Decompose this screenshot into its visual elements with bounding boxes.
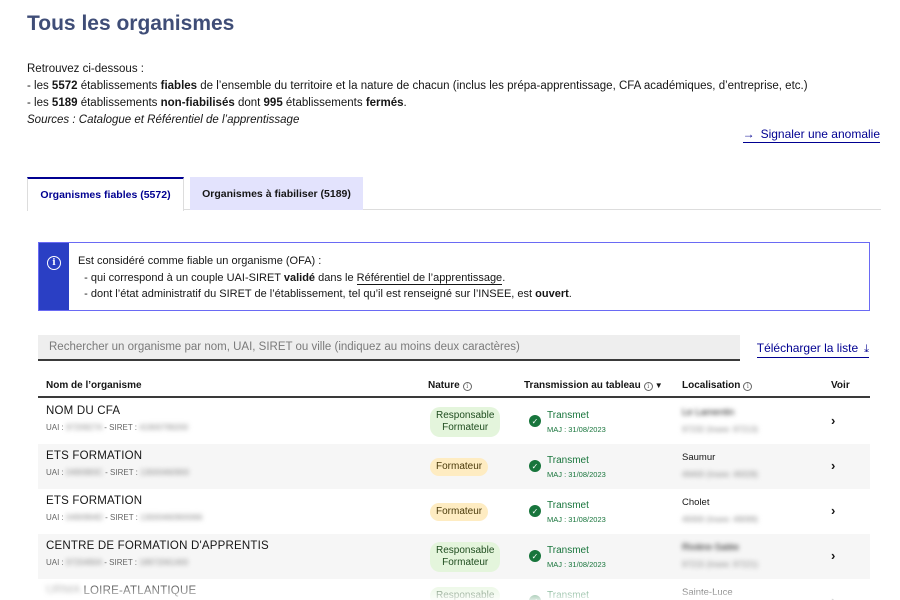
header-nature[interactable]: Nature i (428, 380, 472, 391)
header-name: Nom de l’organisme (46, 380, 142, 391)
table-row[interactable]: ETS FORMATION UAI : 0490983C - SIRET : 1… (38, 444, 870, 489)
transmission-status: Transmet (547, 455, 589, 466)
alert-line-3: - dont l’état administratif du SIRET de … (84, 288, 572, 300)
org-cell: NOM DU CFA UAI : 9720927A - SIRET : 4190… (46, 405, 188, 432)
org-identifiers: UAI : 0490983C - SIRET : 13000460900 (46, 468, 190, 477)
alert-icon-bar: i (39, 243, 69, 310)
location-insee: 97215 (Insee: 97221) (682, 560, 759, 569)
report-anomaly-label: Signaler une anomalie (760, 127, 880, 141)
chevron-right-icon[interactable]: › (831, 458, 835, 473)
location-city: Sainte-Luce (682, 587, 733, 598)
org-identifiers: UAI : 9720927A - SIRET : 41900799200 (46, 423, 189, 432)
check-circle-icon: ✓ (529, 595, 541, 600)
chevron-right-icon[interactable]: › (831, 548, 835, 563)
nature-badge: Responsable (430, 587, 501, 600)
nature-badge: Formateur (430, 458, 489, 476)
search-box (38, 335, 740, 361)
org-cell: ETS FORMATION UAI : 0490983C - SIRET : 1… (46, 450, 189, 477)
location-city: Le Lamentin (682, 407, 735, 418)
org-name: ETS FORMATION (46, 495, 143, 507)
arrow-right-icon: → (742, 127, 755, 141)
transmission-date: MAJ : 31/08/2023 (547, 425, 606, 434)
org-name: NOM DU CFA (46, 405, 121, 417)
transmission-status: Transmet (547, 545, 589, 556)
location-city: Rivière-Salée (682, 542, 740, 553)
tab-list: Organismes fiables (5572) Organismes à f… (27, 177, 881, 211)
check-circle-icon: ✓ (529, 505, 541, 517)
transmission-date: MAJ : 31/08/2023 (547, 470, 606, 479)
info-icon[interactable]: i (462, 382, 472, 391)
intro-line-2: - les 5572 établissements fiables de l’e… (27, 80, 808, 92)
table-row[interactable]: ETS FORMATION UAI : 0490994D - SIRET : 1… (38, 489, 870, 534)
location-cell: Sainte-Luce (682, 587, 733, 598)
info-alert: i Est considéré comme fiable un organism… (38, 242, 870, 311)
nature-badge: Formateur (430, 503, 489, 521)
org-name: ETS FORMATION (46, 450, 143, 462)
location-city: Cholet (682, 497, 710, 508)
nature-badge: Responsable Formateur (430, 407, 501, 437)
org-name: CENTRE DE FORMATION D'APPRENTIS (46, 540, 269, 552)
chevron-right-icon[interactable]: › (831, 593, 835, 600)
sources-text: Sources : Catalogue et Référentiel de l’… (27, 114, 300, 126)
org-cell: CENTRE DE FORMATION D'APPRENTIS UAI : 97… (46, 540, 269, 567)
chevron-right-icon[interactable]: › (831, 413, 835, 428)
report-anomaly-link[interactable]: → Signaler une anomalie (742, 127, 880, 143)
download-list-link[interactable]: Télécharger la liste ⤓ (756, 341, 869, 358)
tab-organismes-fiables[interactable]: Organismes fiables (5572) (27, 177, 184, 211)
download-icon: ⤓ (864, 343, 869, 355)
transmission-status: Transmet (547, 410, 589, 421)
org-cell: URMA LOIRE-ATLANTIQUE (46, 585, 196, 597)
header-view: Voir (831, 380, 850, 391)
intro-line-3: - les 5189 établissements non-fiabilisés… (27, 97, 407, 109)
transmission-status: Transmet (547, 590, 589, 600)
nature-badge: Responsable Formateur (430, 542, 501, 572)
header-transmission[interactable]: Transmission au tableau i ▼ (524, 380, 663, 391)
check-circle-icon: ✓ (529, 415, 541, 427)
search-input[interactable] (49, 341, 740, 353)
location-cell: Saumur 49400 (Insee: 49328) (682, 452, 758, 479)
table-row[interactable]: NOM DU CFA UAI : 9720927A - SIRET : 4190… (38, 399, 870, 444)
table-row[interactable]: URMA LOIRE-ATLANTIQUE Responsable ✓ Tran… (38, 579, 870, 600)
sort-down-icon[interactable]: ▼ (655, 381, 663, 390)
location-insee: 49300 (Insee: 49099) (682, 515, 759, 524)
intro-text: Retrouvez ci-dessous : - les 5572 établi… (27, 61, 808, 129)
check-circle-icon: ✓ (529, 460, 541, 472)
info-icon[interactable]: i (643, 382, 653, 391)
location-insee: 97232 (Insee: 97213) (682, 425, 759, 434)
alert-line-1: Est considéré comme fiable un organisme … (78, 255, 322, 267)
org-identifiers: UAI : 0490994D - SIRET : 13000460900066 (46, 513, 203, 522)
location-cell: Le Lamentin 97232 (Insee: 97213) (682, 407, 758, 434)
transmission-status: Transmet (547, 500, 589, 511)
intro-line-1: Retrouvez ci-dessous : (27, 63, 144, 75)
page-title: Tous les organismes (27, 12, 235, 35)
location-cell: Rivière-Salée 97215 (Insee: 97221) (682, 542, 758, 569)
location-insee: 49400 (Insee: 49328) (682, 470, 759, 479)
header-location[interactable]: Localisation i (682, 380, 753, 391)
location-city: Saumur (682, 452, 716, 463)
table-body: NOM DU CFA UAI : 9720927A - SIRET : 4190… (38, 399, 870, 600)
org-cell: ETS FORMATION UAI : 0490994D - SIRET : 1… (46, 495, 202, 522)
org-name: URMA LOIRE-ATLANTIQUE (46, 585, 197, 597)
table-row[interactable]: CENTRE DE FORMATION D'APPRENTIS UAI : 97… (38, 534, 870, 579)
referentiel-link[interactable]: Référentiel de l’apprentissage (356, 271, 503, 285)
tab-organismes-a-fiabiliser[interactable]: Organismes à fiabiliser (5189) (190, 177, 363, 210)
info-icon: i (47, 256, 61, 270)
transmission-date: MAJ : 31/08/2023 (547, 560, 606, 569)
alert-text: Est considéré comme fiable un organisme … (78, 253, 572, 303)
transmission-date: MAJ : 31/08/2023 (547, 515, 606, 524)
location-cell: Cholet 49300 (Insee: 49099) (682, 497, 758, 524)
alert-line-2: - qui correspond à un couple UAI-SIRET v… (84, 271, 506, 285)
info-icon[interactable]: i (743, 382, 753, 391)
org-identifiers: UAI : 9720490A - SIRET : 18972061400 (46, 558, 189, 567)
check-circle-icon: ✓ (529, 550, 541, 562)
download-label: Télécharger la liste (756, 341, 859, 355)
table-header: Nom de l’organisme Nature i Transmission … (38, 374, 870, 398)
chevron-right-icon[interactable]: › (831, 503, 835, 518)
